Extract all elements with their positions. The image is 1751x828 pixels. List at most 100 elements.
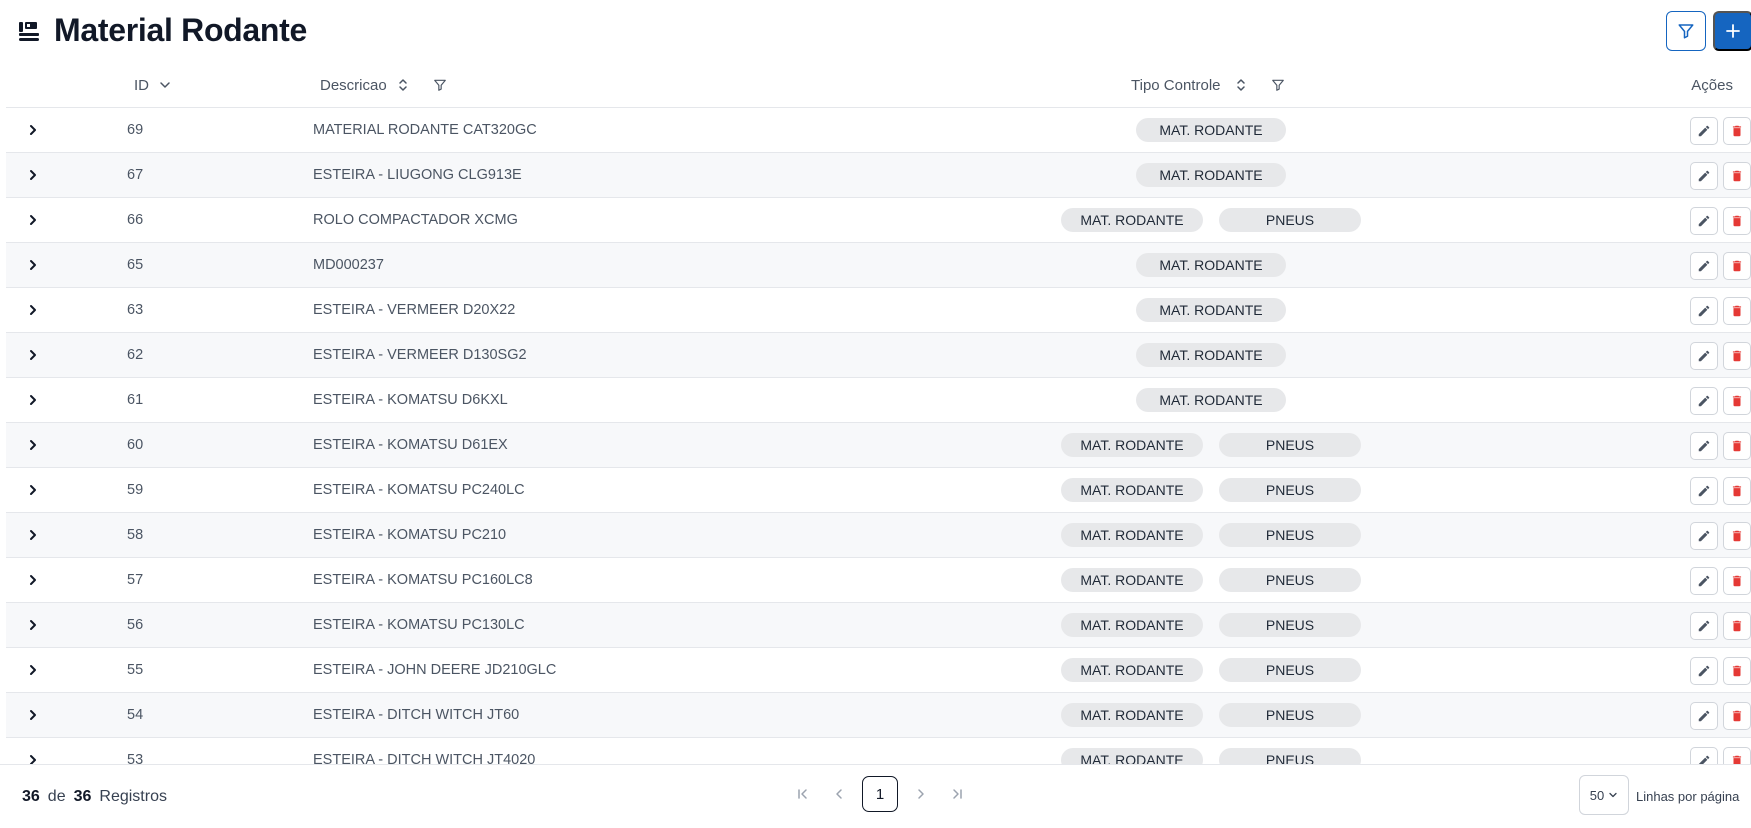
- column-header-descricao[interactable]: Descricao: [320, 62, 447, 108]
- expand-row-button[interactable]: [23, 390, 43, 410]
- edit-button[interactable]: [1690, 477, 1718, 505]
- last-page-button[interactable]: [944, 781, 970, 807]
- edit-button[interactable]: [1690, 747, 1718, 764]
- edit-button[interactable]: [1690, 657, 1718, 685]
- records-total: 36: [73, 788, 92, 805]
- expand-row-button[interactable]: [23, 435, 43, 455]
- delete-button[interactable]: [1723, 477, 1751, 505]
- last-page-icon: [953, 789, 962, 799]
- table-row[interactable]: 66 ROLO COMPACTADOR XCMG MAT. RODANTE PNEUS: [6, 198, 1751, 243]
- delete-button[interactable]: [1723, 207, 1751, 235]
- delete-button[interactable]: [1723, 342, 1751, 370]
- next-page-button[interactable]: [908, 781, 934, 807]
- edit-button[interactable]: [1690, 387, 1718, 415]
- edit-button[interactable]: [1690, 522, 1718, 550]
- edit-button[interactable]: [1690, 612, 1718, 640]
- table-row[interactable]: 59 ESTEIRA - KOMATSU PC240LC MAT. RODANTE P…: [6, 468, 1751, 513]
- expand-row-button[interactable]: [23, 345, 43, 365]
- edit-button[interactable]: [1690, 432, 1718, 460]
- chevron-left-icon: [836, 789, 842, 799]
- table-row[interactable]: 58 ESTEIRA - KOMATSU PC210 MAT. RODANTE PNE…: [6, 513, 1751, 558]
- first-page-button[interactable]: [790, 781, 816, 807]
- table-row[interactable]: 57 ESTEIRA - KOMATSU PC160LC8 MAT. RODANTE…: [6, 558, 1751, 603]
- delete-button[interactable]: [1723, 252, 1751, 280]
- filter-button[interactable]: [1666, 11, 1706, 51]
- sort-icon[interactable]: [1235, 78, 1247, 92]
- expand-row-button[interactable]: [23, 570, 43, 590]
- expand-row-button[interactable]: [23, 750, 43, 764]
- sort-desc-icon[interactable]: [159, 79, 171, 91]
- first-page-icon: [798, 789, 807, 799]
- edit-button[interactable]: [1690, 342, 1718, 370]
- column-filter-icon[interactable]: [433, 78, 447, 92]
- chevron-right-icon: [30, 215, 36, 225]
- table-row[interactable]: 60 ESTEIRA - KOMATSU D61EX MAT. RODANTE PNE…: [6, 423, 1751, 468]
- expand-row-button[interactable]: [23, 480, 43, 500]
- trash-icon: [1732, 305, 1742, 317]
- tipo-controle-tag: PNEUS: [1219, 658, 1361, 682]
- expand-row-button[interactable]: [23, 615, 43, 635]
- chevron-right-icon: [30, 575, 36, 585]
- cell-tipo-controle: MAT. RODANTE PNEUS: [1061, 423, 1361, 467]
- delete-button[interactable]: [1723, 747, 1751, 764]
- table-row[interactable]: 55 ESTEIRA - JOHN DEERE JD210GLC MAT. RODA…: [6, 648, 1751, 693]
- cell-descricao: ESTEIRA - LIUGONG CLG913E: [313, 167, 522, 183]
- edit-button[interactable]: [1690, 702, 1718, 730]
- expand-row-button[interactable]: [23, 525, 43, 545]
- expand-row-button[interactable]: [23, 165, 43, 185]
- pencil-icon: [1698, 170, 1710, 182]
- edit-button[interactable]: [1690, 162, 1718, 190]
- row-actions: [1690, 342, 1751, 370]
- table-row[interactable]: 53 ESTEIRA - DITCH WITCH JT4020 MAT. RODAN…: [6, 738, 1751, 764]
- add-button[interactable]: [1713, 11, 1751, 51]
- table-row[interactable]: 61 ESTEIRA - KOMATSU D6KXL MAT. RODANTE: [6, 378, 1751, 423]
- table-row[interactable]: 65 MD000237 MAT. RODANTE: [6, 243, 1751, 288]
- column-header-tipo-controle[interactable]: Tipo Controle: [1131, 62, 1285, 108]
- delete-button[interactable]: [1723, 522, 1751, 550]
- edit-button[interactable]: [1690, 207, 1718, 235]
- expand-row-button[interactable]: [23, 255, 43, 275]
- expand-row-button[interactable]: [23, 300, 43, 320]
- edit-button[interactable]: [1690, 252, 1718, 280]
- column-header-id[interactable]: ID: [134, 62, 171, 108]
- expand-row-button[interactable]: [23, 210, 43, 230]
- cell-tipo-controle: MAT. RODANTE PNEUS: [1061, 513, 1361, 557]
- cell-id: 66: [127, 212, 144, 228]
- delete-button[interactable]: [1723, 657, 1751, 685]
- table-row[interactable]: 62 ESTEIRA - VERMEER D130SG2 MAT. RODANTE: [6, 333, 1751, 378]
- expand-row-button[interactable]: [23, 120, 43, 140]
- column-filter-icon[interactable]: [1271, 78, 1285, 92]
- row-actions: [1690, 387, 1751, 415]
- expand-row-button[interactable]: [23, 660, 43, 680]
- table-row[interactable]: 69 MATERIAL RODANTE CAT320GC MAT. RODANTE: [6, 108, 1751, 153]
- edit-button[interactable]: [1690, 297, 1718, 325]
- previous-page-button[interactable]: [826, 781, 852, 807]
- table-row[interactable]: 56 ESTEIRA - KOMATSU PC130LC MAT. RODANTE P…: [6, 603, 1751, 648]
- cell-tipo-controle: MAT. RODANTE: [1061, 108, 1361, 152]
- delete-button[interactable]: [1723, 567, 1751, 595]
- row-actions: [1690, 567, 1751, 595]
- chevron-right-icon: [30, 305, 36, 315]
- pencil-icon: [1698, 665, 1710, 677]
- cell-descricao: ESTEIRA - KOMATSU D6KXL: [313, 392, 508, 408]
- chevron-right-icon: [30, 620, 36, 630]
- cell-descricao: ESTEIRA - KOMATSU PC240LC: [313, 482, 525, 498]
- tipo-controle-tag: MAT. RODANTE: [1061, 208, 1203, 232]
- edit-button[interactable]: [1690, 567, 1718, 595]
- table-row[interactable]: 63 ESTEIRA - VERMEER D20X22 MAT. RODANTE: [6, 288, 1751, 333]
- delete-button[interactable]: [1723, 612, 1751, 640]
- delete-button[interactable]: [1723, 117, 1751, 145]
- table-row[interactable]: 67 ESTEIRA - LIUGONG CLG913E MAT. RODANTE: [6, 153, 1751, 198]
- delete-button[interactable]: [1723, 387, 1751, 415]
- sort-icon[interactable]: [397, 78, 409, 92]
- delete-button[interactable]: [1723, 162, 1751, 190]
- expand-row-button[interactable]: [23, 705, 43, 725]
- table-row[interactable]: 54 ESTEIRA - DITCH WITCH JT60 MAT. RODANTE…: [6, 693, 1751, 738]
- cell-tipo-controle: MAT. RODANTE PNEUS: [1061, 648, 1361, 692]
- delete-button[interactable]: [1723, 432, 1751, 460]
- rows-per-page-select[interactable]: 50: [1579, 775, 1629, 815]
- current-page-button[interactable]: 1: [862, 776, 898, 812]
- delete-button[interactable]: [1723, 297, 1751, 325]
- delete-button[interactable]: [1723, 702, 1751, 730]
- edit-button[interactable]: [1690, 117, 1718, 145]
